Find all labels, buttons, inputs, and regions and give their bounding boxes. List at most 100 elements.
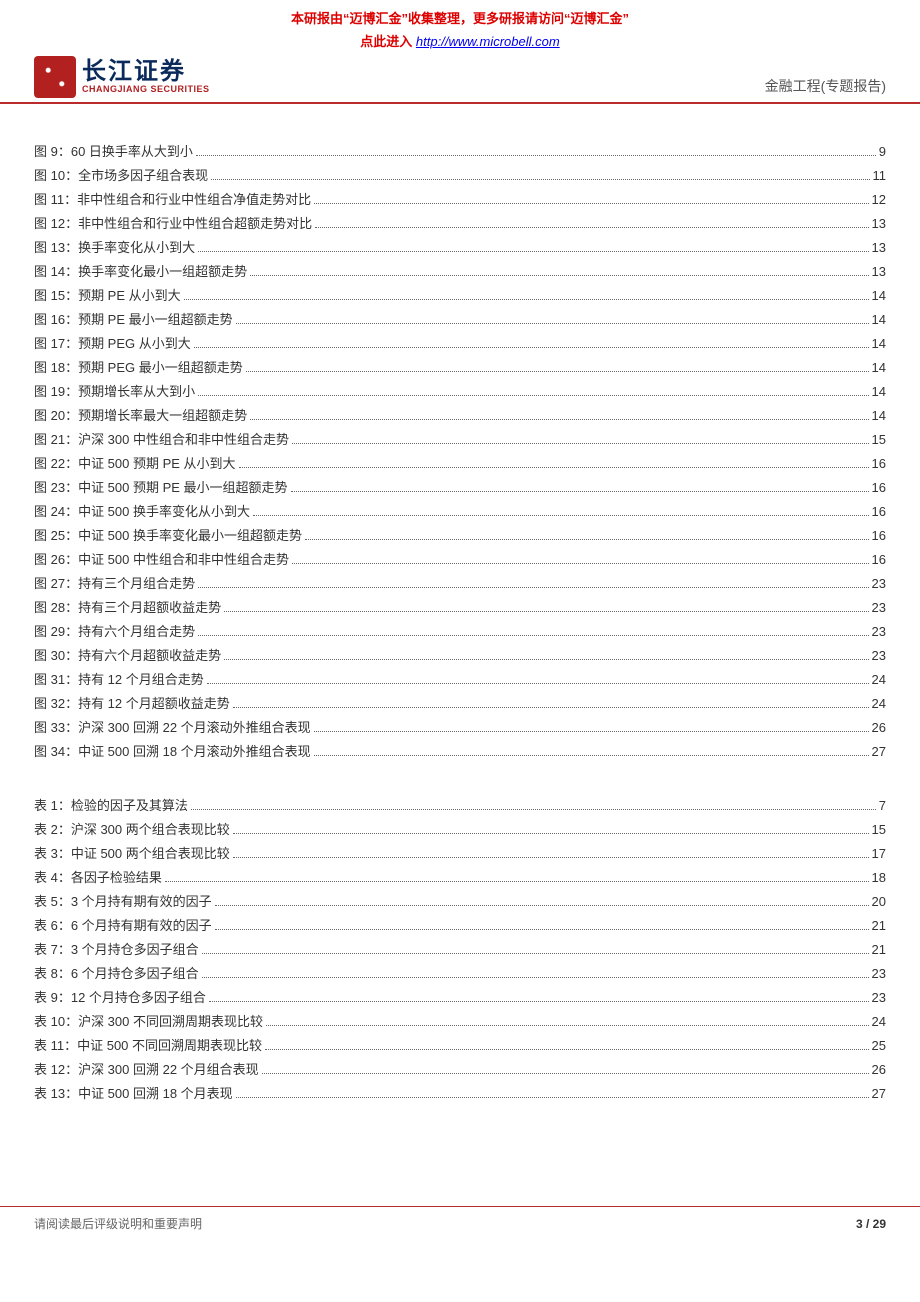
toc-entry[interactable]: 图 13：换手率变化从小到大13 xyxy=(34,236,886,260)
toc-dots xyxy=(250,419,868,420)
toc-entry[interactable]: 图 22：中证 500 预期 PE 从小到大16 xyxy=(34,452,886,476)
toc-entry-label: 表 9：12 个月持仓多因子组合 xyxy=(34,986,206,1010)
toc-entry[interactable]: 表 10：沪深 300 不同回溯周期表现比较24 xyxy=(34,1010,886,1034)
toc-dots xyxy=(207,683,869,684)
toc-figures-section: 图 9：60 日换手率从大到小9图 10：全市场多因子组合表现11图 11：非中… xyxy=(34,140,886,764)
toc-entry[interactable]: 表 9：12 个月持仓多因子组合 23 xyxy=(34,986,886,1010)
toc-dots xyxy=(315,227,868,228)
toc-entry-page: 21 xyxy=(872,914,886,938)
toc-entry[interactable]: 图 9：60 日换手率从大到小9 xyxy=(34,140,886,164)
toc-entry[interactable]: 图 18：预期 PEG 最小一组超额走势14 xyxy=(34,356,886,380)
toc-entry[interactable]: 图 24：中证 500 换手率变化从小到大16 xyxy=(34,500,886,524)
watermark-link[interactable]: http://www.microbell.com xyxy=(416,34,560,49)
toc-entry[interactable]: 表 6：6 个月持有期有效的因子21 xyxy=(34,914,886,938)
toc-entry-label: 表 10：沪深 300 不同回溯周期表现比较 xyxy=(34,1010,263,1034)
toc-entry[interactable]: 图 10：全市场多因子组合表现 11 xyxy=(34,164,886,188)
toc-entry[interactable]: 图 32：持有 12 个月超额收益走势24 xyxy=(34,692,886,716)
toc-entry[interactable]: 图 20：预期增长率最大一组超额走势14 xyxy=(34,404,886,428)
toc-entry-page: 11 xyxy=(873,164,887,188)
toc-entry-page: 13 xyxy=(872,260,886,284)
toc-entry-page: 15 xyxy=(872,428,886,452)
toc-dots xyxy=(198,635,868,636)
toc-dots xyxy=(253,515,869,516)
toc-dots xyxy=(184,299,869,300)
toc-entry[interactable]: 图 11：非中性组合和行业中性组合净值走势对比12 xyxy=(34,188,886,212)
toc-entry-label: 图 21：沪深 300 中性组合和非中性组合走势 xyxy=(34,428,289,452)
toc-entry-page: 7 xyxy=(879,794,886,818)
toc-entry-label: 表 2：沪深 300 两个组合表现比较 xyxy=(34,818,230,842)
toc-dots xyxy=(291,491,869,492)
toc-entry-label: 表 12：沪深 300 回溯 22 个月组合表现 xyxy=(34,1058,259,1082)
toc-entry-label: 图 27：持有三个月组合走势 xyxy=(34,572,195,596)
toc-entry[interactable]: 图 16：预期 PE 最小一组超额走势14 xyxy=(34,308,886,332)
toc-entry-page: 23 xyxy=(872,644,886,668)
toc-entry-label: 图 16：预期 PE 最小一组超额走势 xyxy=(34,308,233,332)
toc-entry[interactable]: 表 4：各因子检验结果18 xyxy=(34,866,886,890)
toc-entry[interactable]: 图 28：持有三个月超额收益走势23 xyxy=(34,596,886,620)
toc-tables-section: 表 1：检验的因子及其算法 7表 2：沪深 300 两个组合表现比较15表 3：中… xyxy=(34,794,886,1106)
toc-entry-label: 图 34：中证 500 回溯 18 个月滚动外推组合表现 xyxy=(34,740,311,764)
toc-entry-label: 表 1：检验的因子及其算法 xyxy=(34,794,188,818)
page-sep: / xyxy=(863,1217,873,1231)
toc-entry[interactable]: 图 29：持有六个月组合走势23 xyxy=(34,620,886,644)
toc-entry[interactable]: 图 17：预期 PEG 从小到大14 xyxy=(34,332,886,356)
toc-entry[interactable]: 图 15：预期 PE 从小到大14 xyxy=(34,284,886,308)
toc-entry-label: 图 10：全市场多因子组合表现 xyxy=(34,164,208,188)
toc-dots xyxy=(224,611,868,612)
toc-entry-label: 图 11：非中性组合和行业中性组合净值走势对比 xyxy=(34,188,311,212)
toc-dots xyxy=(233,857,869,858)
toc-entry[interactable]: 图 26：中证 500 中性组合和非中性组合走势16 xyxy=(34,548,886,572)
toc-entry[interactable]: 图 19：预期增长率从大到小14 xyxy=(34,380,886,404)
toc-entry[interactable]: 表 3：中证 500 两个组合表现比较17 xyxy=(34,842,886,866)
toc-entry[interactable]: 表 11：中证 500 不同回溯周期表现比较25 xyxy=(34,1034,886,1058)
toc-entry[interactable]: 表 2：沪深 300 两个组合表现比较15 xyxy=(34,818,886,842)
toc-dots xyxy=(233,833,869,834)
toc-dots xyxy=(198,395,868,396)
toc-entry[interactable]: 图 12：非中性组合和行业中性组合超额走势对比 13 xyxy=(34,212,886,236)
footer-page-indicator: 3 / 29 xyxy=(856,1217,886,1231)
toc-entry[interactable]: 表 12：沪深 300 回溯 22 个月组合表现26 xyxy=(34,1058,886,1082)
toc-entry-page: 23 xyxy=(872,572,886,596)
toc-entry-label: 图 12：非中性组合和行业中性组合超额走势对比 xyxy=(34,212,312,236)
toc-entry[interactable]: 图 14：换手率变化最小一组超额走势13 xyxy=(34,260,886,284)
page-total: 29 xyxy=(873,1217,886,1231)
toc-entry[interactable]: 图 33：沪深 300 回溯 22 个月滚动外推组合表现26 xyxy=(34,716,886,740)
toc-dots xyxy=(209,1001,869,1002)
toc-entry[interactable]: 图 30：持有六个月超额收益走势23 xyxy=(34,644,886,668)
toc-entry[interactable]: 表 8：6 个月持仓多因子组合23 xyxy=(34,962,886,986)
toc-entry-page: 14 xyxy=(872,356,886,380)
toc-entry-page: 25 xyxy=(872,1034,886,1058)
toc-entry-page: 13 xyxy=(872,212,886,236)
toc-entry[interactable]: 图 27：持有三个月组合走势 23 xyxy=(34,572,886,596)
toc-dots xyxy=(202,977,869,978)
toc-entry-label: 图 17：预期 PEG 从小到大 xyxy=(34,332,191,356)
toc-entry-label: 图 31：持有 12 个月组合走势 xyxy=(34,668,204,692)
toc-dots xyxy=(211,179,869,180)
toc-entry[interactable]: 表 5：3 个月持有期有效的因子20 xyxy=(34,890,886,914)
toc-entry[interactable]: 表 7：3 个月持仓多因子组合21 xyxy=(34,938,886,962)
toc-entry-label: 图 9：60 日换手率从大到小 xyxy=(34,140,193,164)
toc-entry[interactable]: 图 31：持有 12 个月组合走势24 xyxy=(34,668,886,692)
toc-entry-label: 图 25：中证 500 换手率变化最小一组超额走势 xyxy=(34,524,302,548)
watermark-line1: 本研报由“迈博汇金”收集整理，更多研报请访问“迈博汇金” xyxy=(0,0,920,31)
toc-entry[interactable]: 图 34：中证 500 回溯 18 个月滚动外推组合表现27 xyxy=(34,740,886,764)
toc-entry[interactable]: 图 25：中证 500 换手率变化最小一组超额走势16 xyxy=(34,524,886,548)
toc-entry-label: 图 19：预期增长率从大到小 xyxy=(34,380,195,404)
toc-dots xyxy=(292,563,869,564)
toc-entry-label: 图 32：持有 12 个月超额收益走势 xyxy=(34,692,230,716)
toc-entry[interactable]: 表 1：检验的因子及其算法 7 xyxy=(34,794,886,818)
toc-dots xyxy=(262,1073,869,1074)
toc-dots xyxy=(165,881,869,882)
toc-entry-page: 23 xyxy=(872,986,886,1010)
toc-dots xyxy=(224,659,868,660)
toc-entry-page: 20 xyxy=(872,890,886,914)
toc-dots xyxy=(246,371,869,372)
toc-dots xyxy=(314,731,869,732)
logo: 长江证券 CHANGJIANG SECURITIES xyxy=(34,56,210,98)
toc-entry-page: 23 xyxy=(872,596,886,620)
toc-entry[interactable]: 图 23：中证 500 预期 PE 最小一组超额走势16 xyxy=(34,476,886,500)
toc-entry-label: 表 3：中证 500 两个组合表现比较 xyxy=(34,842,230,866)
toc-entry-label: 表 8：6 个月持仓多因子组合 xyxy=(34,962,199,986)
toc-entry[interactable]: 图 21：沪深 300 中性组合和非中性组合走势 15 xyxy=(34,428,886,452)
toc-entry[interactable]: 表 13：中证 500 回溯 18 个月表现27 xyxy=(34,1082,886,1106)
